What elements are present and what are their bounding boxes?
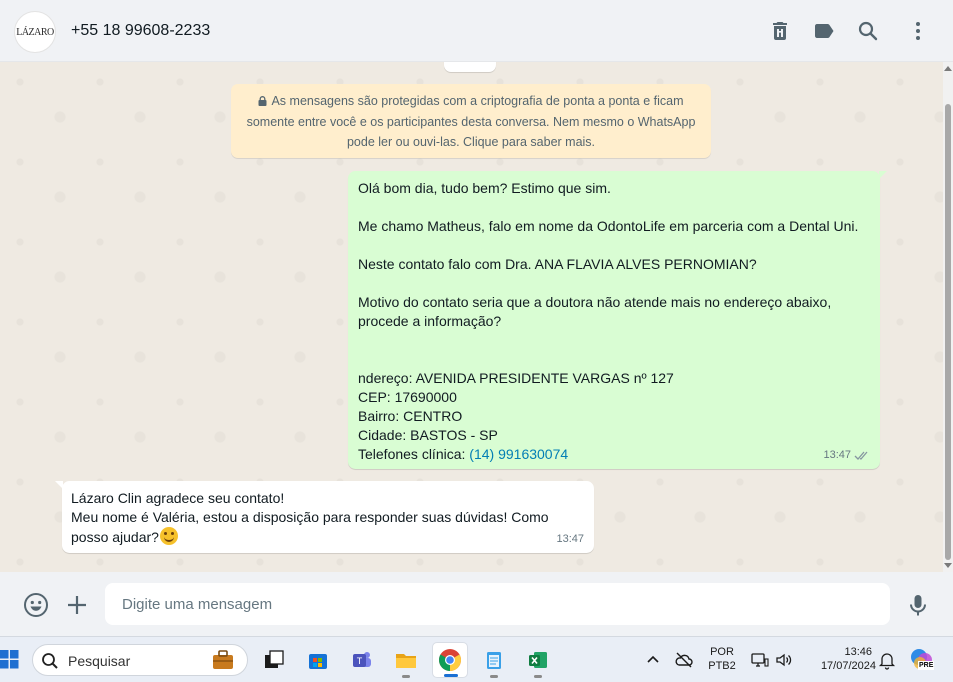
emoji-icon[interactable] xyxy=(23,592,49,618)
chat-header: LÁZARO +55 18 99608-2233 xyxy=(0,0,953,62)
language-top: POR xyxy=(710,646,734,658)
message-meta: 13:47 xyxy=(556,530,584,549)
contact-name[interactable]: +55 18 99608-2233 xyxy=(71,22,210,40)
language-bottom: PTB2 xyxy=(708,660,736,672)
phone-label: Telefones clínica: xyxy=(358,446,470,462)
message-line: Cidade: BASTOS - SP xyxy=(358,427,498,443)
message-line: Neste contato falo com Dra. ANA FLAVIA A… xyxy=(358,256,757,272)
taskbar-chrome[interactable] xyxy=(432,642,468,678)
double-check-icon xyxy=(854,450,870,461)
message-line xyxy=(358,274,870,293)
scroll-thumb[interactable] xyxy=(945,104,951,560)
message-line: Motivo do contato seria que a doutora nã… xyxy=(358,294,832,310)
outgoing-message[interactable]: Olá bom dia, tudo bem? Estimo que sim. M… xyxy=(348,171,887,469)
lock-icon xyxy=(258,96,267,106)
message-line: Lázaro Clin agradece seu contato! xyxy=(71,490,285,506)
briefcase-icon xyxy=(213,650,233,669)
message-time: 13:47 xyxy=(556,533,584,545)
language-indicator[interactable]: POR PTB2 xyxy=(706,645,738,673)
search-icon[interactable] xyxy=(856,19,880,43)
svg-text:T: T xyxy=(357,656,363,666)
notification-bell-icon[interactable] xyxy=(877,650,897,670)
message-line: CEP: 17690000 xyxy=(358,389,457,405)
message-line xyxy=(358,350,870,369)
message-line: ndereço: AVENIDA PRESIDENTE VARGAS nº 12… xyxy=(358,370,674,386)
running-indicator xyxy=(402,675,410,678)
message-line: Meu nome é Valéria, estou a disposição p… xyxy=(71,509,549,525)
chat-scrollbar[interactable] xyxy=(943,62,953,572)
chrome-icon xyxy=(439,649,461,671)
notice-line-2: somente entre você e os participantes de… xyxy=(246,114,696,129)
message-line: Bairro: CENTRO xyxy=(358,408,463,424)
notepad-icon xyxy=(487,652,501,669)
attach-plus-icon[interactable] xyxy=(64,592,90,618)
search-label: Pesquisar xyxy=(68,653,131,669)
volume-icon[interactable] xyxy=(774,650,794,670)
message-line xyxy=(358,198,870,217)
delete-icon[interactable] xyxy=(768,19,792,43)
scroll-down-arrow-icon[interactable] xyxy=(944,563,952,568)
taskbar-teams[interactable]: T xyxy=(344,642,380,678)
microphone-icon[interactable] xyxy=(905,592,931,618)
taskbar-task-view[interactable] xyxy=(256,642,292,678)
running-indicator xyxy=(444,674,458,677)
task-view-icon xyxy=(265,650,284,668)
message-meta: 13:47 xyxy=(823,446,870,465)
message-line: Me chamo Matheus, falo em nome da Odonto… xyxy=(358,218,859,234)
scroll-up-arrow-icon[interactable] xyxy=(944,66,952,71)
clock-date: 17/07/2024 xyxy=(820,660,876,672)
folder-icon xyxy=(396,654,416,668)
message-line: posso ajudar? xyxy=(71,529,159,545)
cloud-off-icon[interactable] xyxy=(674,650,694,670)
contact-avatar[interactable]: LÁZARO xyxy=(14,11,56,53)
message-line: procede a informação? xyxy=(358,313,502,329)
encryption-notice[interactable]: As mensagens são protegidas com a cripto… xyxy=(231,84,711,158)
label-icon[interactable] xyxy=(812,19,836,43)
taskbar-store[interactable] xyxy=(300,642,336,678)
message-input[interactable] xyxy=(105,583,890,625)
message-line xyxy=(358,236,870,255)
notice-line-1: As mensagens são protegidas com a cripto… xyxy=(271,94,684,108)
message-line xyxy=(358,331,870,350)
search-icon xyxy=(42,653,58,669)
message-time: 13:47 xyxy=(823,449,851,461)
smile-emoji-icon xyxy=(159,527,178,545)
taskbar-search[interactable]: Pesquisar xyxy=(32,644,248,676)
running-indicator xyxy=(534,675,542,678)
chevron-up-icon[interactable] xyxy=(643,650,663,670)
avatar-text: LÁZARO xyxy=(16,26,54,38)
notice-line-3: pode ler ou ouvi-las. Clique para saber … xyxy=(346,135,596,149)
running-indicator xyxy=(490,675,498,678)
date-chip xyxy=(444,62,496,72)
clock-time: 13:46 xyxy=(844,646,872,658)
incoming-message[interactable]: Lázaro Clin agradece seu contato! Meu no… xyxy=(55,481,594,553)
taskbar-notepad[interactable] xyxy=(476,642,512,678)
teams-icon: T xyxy=(353,652,371,667)
message-line: Olá bom dia, tudo bem? Estimo que sim. xyxy=(358,180,611,196)
taskbar-file-explorer[interactable] xyxy=(388,642,424,678)
menu-icon[interactable] xyxy=(906,19,930,43)
network-icon[interactable] xyxy=(750,650,770,670)
copilot-button[interactable]: PRE xyxy=(909,647,935,673)
composer xyxy=(0,572,953,636)
copilot-badge: PRE xyxy=(918,661,935,670)
taskbar-excel[interactable] xyxy=(520,642,556,678)
windows-start-icon[interactable] xyxy=(0,649,20,669)
chat-area[interactable]: As mensagens são protegidas com a cripto… xyxy=(0,62,953,572)
windows-taskbar: Pesquisar T POR PTB2 13:46 17/07/2024 PR… xyxy=(0,636,953,682)
clock[interactable]: 13:46 17/07/2024 xyxy=(804,645,876,673)
phone-link[interactable]: (14) 991630074 xyxy=(469,446,568,462)
excel-icon xyxy=(529,652,547,668)
store-icon xyxy=(309,654,327,669)
